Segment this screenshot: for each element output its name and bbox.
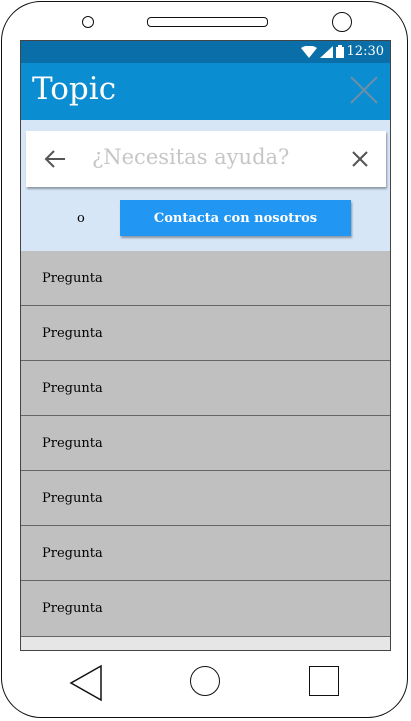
status-time: 12:30 [346, 44, 384, 59]
battery-icon [335, 45, 344, 58]
app-bar: Topic [21, 63, 390, 120]
camera-icon [82, 16, 94, 28]
list-item-label: Pregunta [42, 546, 103, 561]
list-item[interactable]: Pregunta [21, 471, 390, 526]
arrow-left-icon[interactable] [44, 149, 66, 169]
back-triangle-icon[interactable] [69, 664, 103, 702]
list-item[interactable]: Pregunta [21, 581, 390, 637]
list-item-label: Pregunta [42, 601, 103, 616]
status-bar: 12:30 [21, 41, 390, 63]
list-item-label: Pregunta [42, 326, 103, 341]
contact-button[interactable]: Contacta con nosotros [120, 200, 351, 236]
close-icon[interactable] [348, 74, 380, 106]
list-item[interactable]: Pregunta [21, 526, 390, 581]
list-item-label: Pregunta [42, 491, 103, 506]
list-item[interactable]: Pregunta [21, 306, 390, 361]
question-list: Pregunta Pregunta Pregunta Pregunta Preg… [21, 251, 390, 637]
clear-icon[interactable] [352, 151, 368, 167]
or-label: o [77, 211, 85, 226]
speaker-grille [147, 17, 268, 27]
signal-icon [319, 45, 333, 58]
home-circle-icon[interactable] [190, 666, 220, 696]
list-item[interactable]: Pregunta [21, 361, 390, 416]
page-title: Topic [32, 71, 117, 107]
search-area: o Contacta con nosotros [21, 120, 390, 251]
list-item-label: Pregunta [42, 436, 103, 451]
list-item[interactable]: Pregunta [21, 416, 390, 471]
wifi-icon [300, 45, 317, 58]
search-input[interactable] [92, 145, 332, 169]
list-item-label: Pregunta [42, 271, 103, 286]
search-box [26, 131, 386, 187]
list-item-label: Pregunta [42, 381, 103, 396]
recent-square-icon[interactable] [309, 666, 339, 696]
sensor-icon [332, 12, 352, 32]
list-item[interactable]: Pregunta [21, 251, 390, 306]
screen: 12:30 Topic o Contacta con nosotros Preg… [20, 40, 391, 651]
